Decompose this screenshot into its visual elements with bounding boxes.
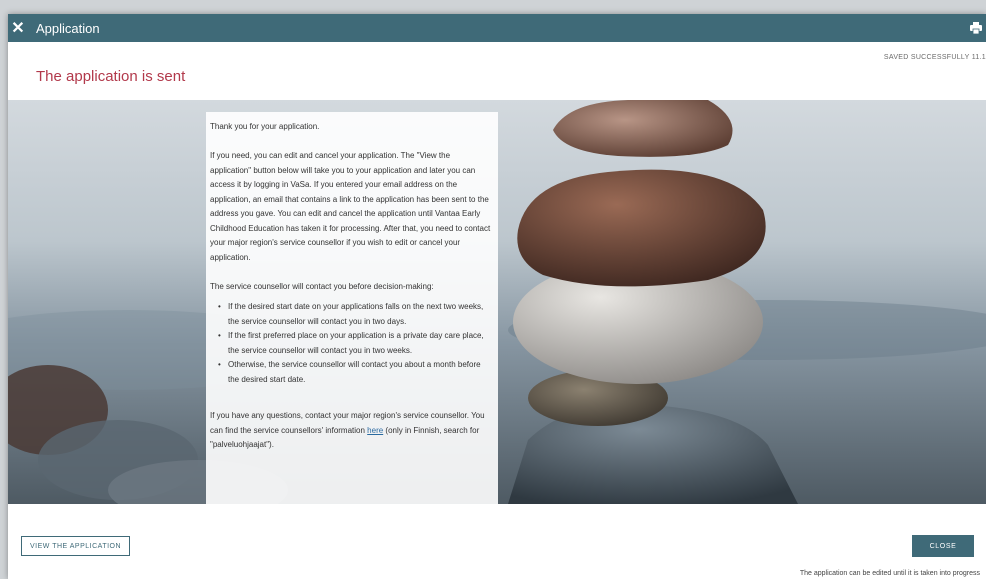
- page-footer: VIEW THE APPLICATION CLOSE The applicati…: [8, 504, 986, 579]
- edit-instructions-text: If you need, you can edit and cancel you…: [210, 151, 491, 262]
- page-header: The application is sent SAVED SUCCESSFUL…: [8, 42, 986, 100]
- saved-status: SAVED SUCCESSFULLY 11.1: [883, 54, 986, 61]
- application-window: ✕ Application The application is sent SA…: [8, 14, 986, 579]
- view-application-button[interactable]: VIEW THE APPLICATION: [21, 536, 131, 556]
- list-item: If the first preferred place on your app…: [218, 329, 492, 358]
- edit-note: The application can be edited until it i…: [799, 570, 980, 577]
- title-bar: ✕ Application: [8, 14, 986, 42]
- confirmation-text-panel: Thank you for your application. If you n…: [206, 112, 498, 504]
- page-title: The application is sent: [36, 68, 186, 85]
- list-item: If the desired start date on your applic…: [218, 300, 492, 329]
- questions-text: If you have any questions, contact your …: [210, 409, 492, 453]
- close-button[interactable]: CLOSE: [912, 535, 974, 557]
- window-title: Application: [36, 20, 100, 36]
- printer-icon[interactable]: [970, 22, 982, 34]
- counsellor-contact-list: If the desired start date on your applic…: [218, 300, 492, 387]
- counsellor-intro-text: The service counsellor will contact you …: [210, 281, 434, 291]
- list-item: Otherwise, the service counsellor will c…: [218, 358, 492, 387]
- thanks-text: Thank you for your application.: [210, 122, 320, 131]
- close-icon[interactable]: ✕: [8, 14, 28, 42]
- counsellor-info-link[interactable]: here: [367, 426, 383, 435]
